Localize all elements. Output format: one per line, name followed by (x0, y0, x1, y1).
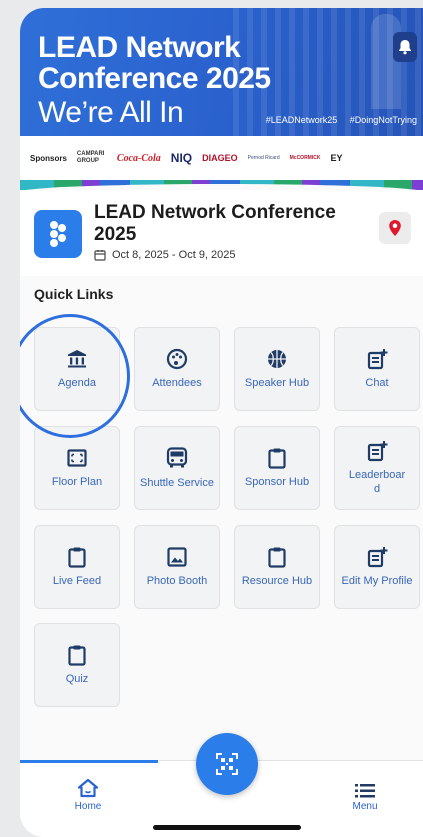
banner-hashtags: #LEADNetwork25 #DoingNotTrying (256, 115, 417, 125)
sponsor-strip: Sponsors CAMPARI GROUP Coca-Cola NIQ DIA… (20, 136, 423, 180)
nav-active-indicator (20, 760, 158, 763)
event-date-text: Oct 8, 2025 - Oct 9, 2025 (112, 249, 236, 261)
quick-links-heading: Quick Links (34, 286, 114, 302)
clipboard-icon (68, 645, 86, 666)
nav-menu-label: Menu (352, 801, 378, 812)
quick-link-floor-plan[interactable]: Floor Plan (34, 426, 120, 510)
quick-link-label: Floor Plan (51, 476, 103, 488)
quick-link-sponsor-hub[interactable]: Sponsor Hub (234, 426, 320, 510)
quick-link-chat[interactable]: Chat (334, 327, 420, 411)
sponsor-logo: EY (330, 153, 343, 163)
sponsor-logo: Coca-Cola (116, 152, 161, 164)
nav-menu[interactable]: Menu (345, 784, 385, 812)
calendar-icon (94, 250, 106, 261)
banner-title: LEAD Network Conference 2025 (38, 31, 271, 95)
hashtag: #DoingNotTrying (349, 115, 417, 125)
quick-link-resource-hub[interactable]: Resource Hub (234, 525, 320, 609)
phone-screen: LEAD Network Conference 2025 We’re All I… (20, 8, 423, 837)
clipboard-icon (68, 547, 86, 568)
banner-tagline: We’re All In (38, 96, 184, 129)
event-title: LEAD Network Conference 2025 (94, 202, 336, 245)
sponsor-logo: McCORMICK (289, 155, 321, 161)
nav-home[interactable]: Home (68, 778, 108, 812)
sponsor-logo: DIAGEO (202, 153, 238, 163)
quick-link-attendees[interactable]: Attendees (134, 327, 220, 411)
quick-link-live-feed[interactable]: Live Feed (34, 525, 120, 609)
quick-link-label: Photo Booth (146, 575, 208, 587)
quick-link-label: Leaderboard (348, 469, 406, 495)
sponsor-logo: Pernod Ricard (247, 155, 280, 161)
event-logo (34, 210, 82, 258)
quick-link-leaderboard[interactable]: Leaderboard (334, 426, 420, 510)
event-logo-icon (50, 221, 66, 247)
nav-home-label: Home (74, 801, 102, 812)
quick-link-edit-my-profile[interactable]: Edit My Profile (334, 525, 420, 609)
qr-scan-button[interactable] (196, 733, 258, 795)
quick-link-label: Resource Hub (241, 575, 313, 587)
palette-icon (166, 348, 188, 370)
notepad-plus-icon (367, 547, 388, 568)
quick-link-photo-booth[interactable]: Photo Booth (134, 525, 220, 609)
clipboard-icon (268, 547, 286, 568)
sponsors-label: Sponsors (30, 153, 67, 163)
sponsor-logo: CAMPARI GROUP (76, 151, 105, 164)
home-indicator (153, 825, 301, 830)
quick-link-label: Shuttle Service (140, 477, 214, 489)
qr-code-icon (216, 753, 238, 775)
quick-link-label: Live Feed (52, 575, 102, 587)
notepad-plus-icon (367, 441, 388, 462)
clipboard-icon (268, 448, 286, 469)
agenda-highlight-circle (20, 314, 130, 438)
sponsor-logo: NIQ (170, 151, 193, 165)
event-dates: Oct 8, 2025 - Oct 9, 2025 (94, 249, 236, 261)
notification-button[interactable] (393, 32, 417, 62)
quick-link-label: Attendees (152, 377, 202, 389)
hashtag: #LEADNetwork25 (265, 115, 338, 125)
quick-link-label: Quiz (65, 673, 89, 685)
quick-link-speaker-hub[interactable]: Speaker Hub (234, 327, 320, 411)
image-icon (167, 547, 187, 567)
bus-icon (166, 447, 188, 468)
floor-plan-icon (67, 449, 87, 467)
quick-link-quiz[interactable]: Quiz (34, 623, 120, 707)
bell-icon (399, 40, 411, 55)
location-button[interactable] (379, 212, 411, 244)
quick-link-label: Edit My Profile (341, 575, 413, 587)
conference-banner: LEAD Network Conference 2025 We’re All I… (20, 8, 423, 136)
event-header: LEAD Network Conference 2025 Oct 8, 2025… (20, 190, 423, 276)
decorative-wave (20, 180, 423, 192)
location-pin-icon (389, 220, 401, 236)
menu-icon (355, 784, 375, 798)
quick-link-label: Sponsor Hub (244, 476, 310, 488)
quick-link-shuttle-service[interactable]: Shuttle Service (134, 426, 220, 510)
home-icon (77, 778, 99, 798)
basketball-icon (268, 350, 286, 368)
quick-link-label: Speaker Hub (244, 377, 310, 389)
notepad-plus-icon (367, 349, 388, 370)
quick-link-label: Chat (365, 377, 389, 389)
